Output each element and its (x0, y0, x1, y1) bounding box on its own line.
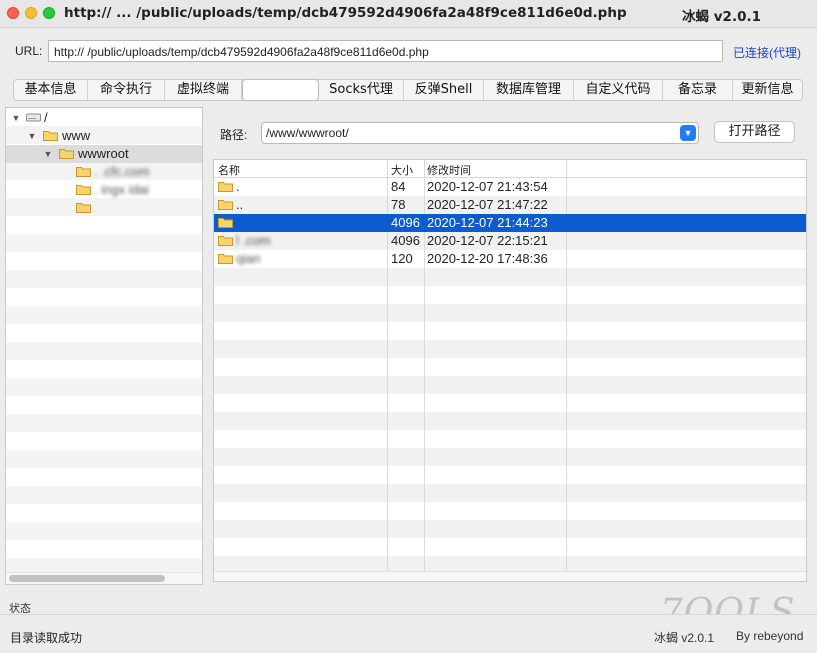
tree-item-site-2[interactable]: . ingx idai (6, 181, 202, 199)
file-modified: 2020-12-07 22:15:21 (427, 233, 548, 248)
folder-icon (59, 149, 74, 159)
file-size: 4096 (391, 215, 420, 230)
open-path-button[interactable]: 打开路径 (714, 121, 795, 143)
file-name: . (236, 179, 240, 194)
maximize-window-button[interactable] (43, 7, 55, 19)
file-name: .. (236, 197, 244, 212)
url-row: URL: http:// /public/uploads/temp/dcb479… (0, 36, 817, 66)
folder-icon (76, 185, 91, 195)
column-header-modified[interactable]: 修改时间 (427, 162, 471, 178)
tree-item-root[interactable]: ▼ / (6, 109, 202, 127)
tab-command-exec[interactable]: 命令执行 (88, 80, 165, 100)
drive-icon (26, 113, 41, 122)
status-version: 冰蝎 v2.0.1 (654, 631, 715, 645)
tree-item-label: / (44, 110, 48, 125)
tab-update-info[interactable]: 更新信息 (733, 80, 802, 100)
directory-tree[interactable]: ▼ / ▼ www ▼ wwwroot . .cfc.com . ingx id… (5, 107, 203, 585)
tree-item-label: . .cfc.com (94, 164, 150, 179)
table-row[interactable]: qian 120 2020-12-20 17:48:36 (214, 250, 806, 268)
file-table-horizontal-scrollbar[interactable] (214, 571, 806, 581)
column-header-size[interactable]: 大小 (391, 162, 413, 178)
tab-memo[interactable]: 备忘录 (663, 80, 733, 100)
file-size: 4096 (391, 233, 420, 248)
tab-virtual-terminal[interactable]: 虚拟终端 (165, 80, 242, 100)
file-table[interactable]: 名称 大小 修改时间 . 84 2020-12-07 21:43:54 .. 7… (213, 159, 807, 582)
folder-icon (76, 203, 91, 213)
table-row-selected[interactable]: 4096 2020-12-07 21:44:23 (214, 214, 806, 232)
tab-reverse-shell[interactable]: 反弹Shell (404, 80, 484, 100)
close-window-button[interactable] (7, 7, 19, 19)
status-bar: 目录读取成功 冰蝎 v2.0.1 By rebeyond (0, 614, 817, 653)
window-title: http:// ... /public/uploads/temp/dcb4795… (64, 5, 627, 21)
folder-icon (218, 236, 233, 246)
table-row[interactable]: .. 78 2020-12-07 21:47:22 (214, 196, 806, 214)
tab-socks-proxy[interactable]: Socks代理 (319, 80, 404, 100)
folder-icon (76, 167, 91, 177)
folder-icon (218, 200, 233, 210)
tree-item-label: wwwroot (78, 146, 129, 161)
tree-item-wwwroot[interactable]: ▼ wwwroot (6, 145, 202, 163)
chevron-down-icon[interactable]: ▼ (42, 145, 54, 163)
tree-item-site-3[interactable] (6, 199, 202, 217)
file-size: 120 (391, 251, 413, 266)
app-name: 冰蝎 v2.0.1 (682, 9, 761, 25)
status-author: By rebeyond (736, 629, 804, 643)
table-row[interactable]: l .com 4096 2020-12-07 22:15:21 (214, 232, 806, 250)
tab-basic-info[interactable]: 基本信息 (14, 80, 88, 100)
chevron-down-icon[interactable]: ▼ (10, 109, 22, 127)
tree-item-www[interactable]: ▼ www (6, 127, 202, 145)
folder-icon (218, 182, 233, 192)
tree-horizontal-scrollbar[interactable] (9, 575, 165, 582)
folder-icon (218, 218, 233, 228)
tab-file-manager[interactable] (242, 79, 319, 101)
tree-item-site-1[interactable]: . .cfc.com (6, 163, 202, 181)
path-value: /www/wwwroot/ (266, 126, 349, 140)
status-message: 目录读取成功 (10, 631, 83, 645)
tree-item-label: www (62, 128, 91, 143)
title-bar: http:// ... /public/uploads/temp/dcb4795… (0, 0, 817, 28)
tree-item-label: . ingx idai (94, 182, 149, 197)
tab-custom-code[interactable]: 自定义代码 (574, 80, 663, 100)
folder-icon (218, 254, 233, 264)
file-modified: 2020-12-20 17:48:36 (427, 251, 548, 266)
file-modified: 2020-12-07 21:44:23 (427, 215, 548, 230)
folder-icon (43, 131, 58, 141)
table-row[interactable]: . 84 2020-12-07 21:43:54 (214, 178, 806, 196)
file-size: 78 (391, 197, 406, 212)
file-size: 84 (391, 179, 406, 194)
url-label: URL: (15, 44, 43, 58)
file-name: qian (236, 251, 261, 266)
chevron-down-icon[interactable]: ▼ (680, 125, 696, 141)
file-modified: 2020-12-07 21:47:22 (427, 197, 548, 212)
path-select[interactable]: /www/wwwroot/ ▼ (261, 122, 699, 144)
chevron-down-icon[interactable]: ▼ (26, 127, 38, 145)
file-modified: 2020-12-07 21:43:54 (427, 179, 548, 194)
file-name: l .com (236, 233, 271, 248)
minimize-window-button[interactable] (25, 7, 37, 19)
column-header-name[interactable]: 名称 (218, 162, 240, 178)
tab-database[interactable]: 数据库管理 (484, 80, 574, 100)
url-input[interactable]: http:// /public/uploads/temp/dcb479592d4… (48, 40, 723, 62)
connection-status[interactable]: 已连接(代理) (733, 44, 801, 61)
table-header: 名称 大小 修改时间 (214, 160, 806, 178)
tab-bar: 基本信息 命令执行 虚拟终端 Socks代理 反弹Shell 数据库管理 自定义… (13, 79, 803, 101)
path-label: 路径: (220, 128, 248, 142)
